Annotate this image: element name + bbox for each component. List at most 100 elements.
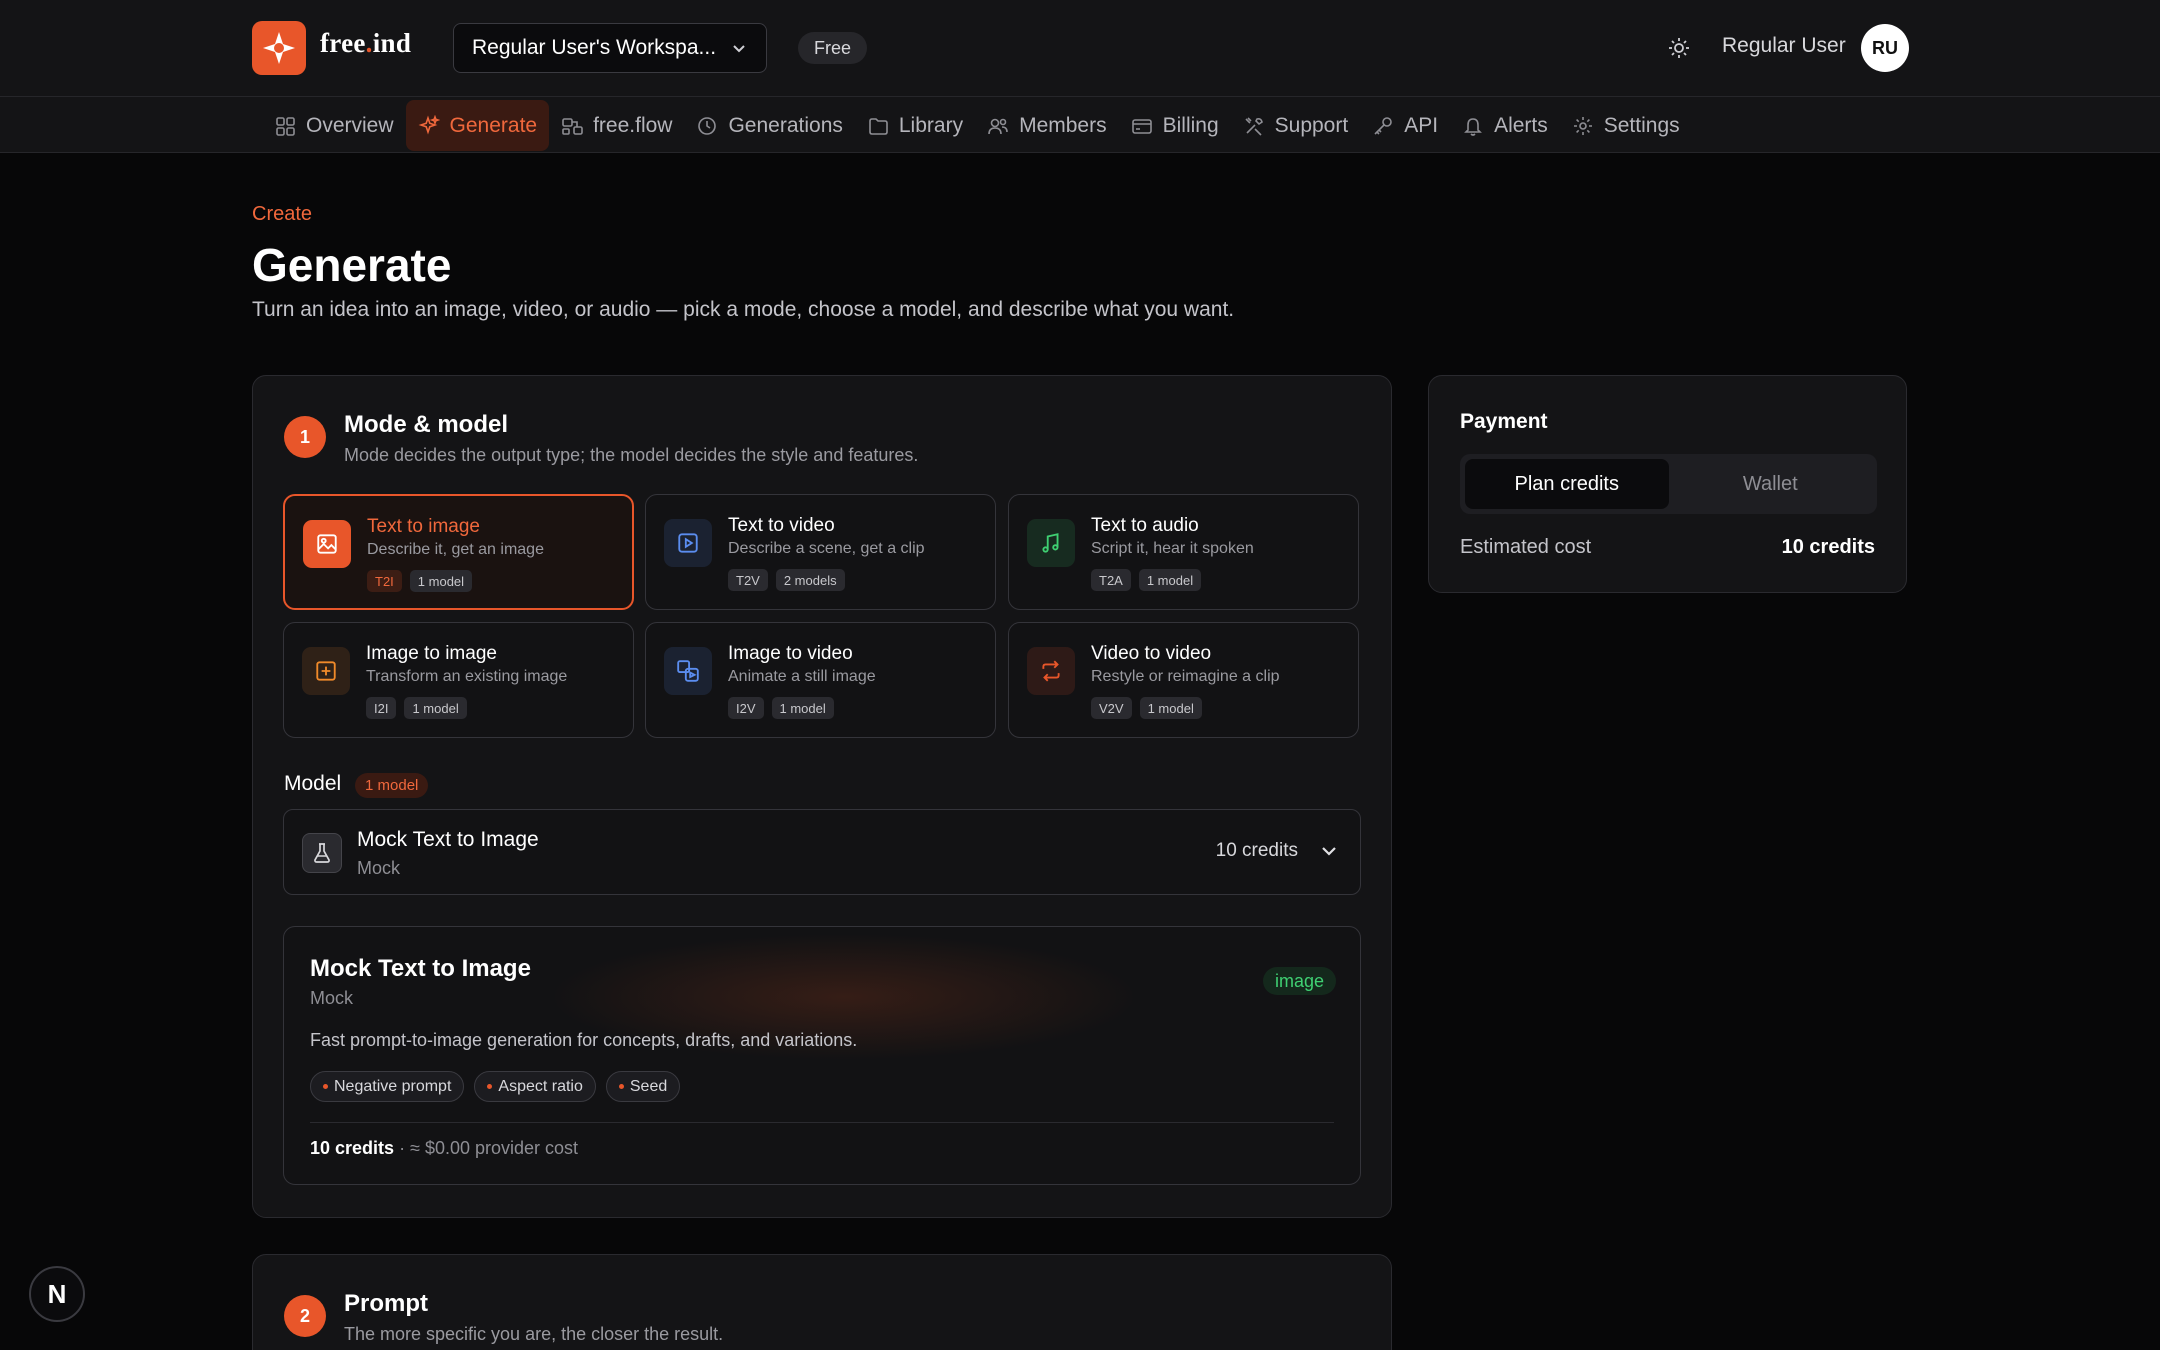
nav-generations[interactable]: Generations [684,100,854,151]
feature-label: Aspect ratio [498,1077,583,1095]
mode-code-tag: T2V [728,569,768,591]
detail-model-name: Mock Text to Image [310,955,531,982]
estimated-cost-label: Estimated cost [1460,536,1592,558]
user-name[interactable]: Regular User [1722,34,1846,58]
step-number: 1 [284,416,326,458]
page-subtitle: Turn an idea into an image, video, or au… [252,298,1235,321]
nav-label: Support [1274,113,1349,137]
nav-billing[interactable]: Billing [1119,100,1231,151]
mode-tags: V2V 1 model [1091,697,1202,719]
feature-chip: Aspect ratio [474,1071,596,1102]
mode-title: Video to video [1091,643,1212,664]
gear-icon [1573,116,1592,135]
nav-generate[interactable]: Generate [405,100,550,151]
feature-label: Seed [629,1077,668,1095]
mode-model-count-tag: 1 model [1138,569,1202,591]
nav-alerts[interactable]: Alerts [1450,100,1560,151]
users-icon [988,118,1008,134]
tools-icon [1245,116,1263,136]
chevron-down-icon [733,45,745,53]
bullet-dot-icon [487,1084,493,1089]
mode-description: Describe it, get an image [367,541,544,558]
page-eyebrow: Create [252,203,313,225]
mode-video-to-video[interactable]: Video to video Restyle or reimagine a cli… [1008,622,1359,738]
model-label: Model [284,772,342,795]
nav-settings[interactable]: Settings [1560,100,1692,151]
image-plus-icon [302,647,350,695]
nav-label: free.flow [593,113,673,137]
mode-title: Image to image [366,643,497,664]
nav-overview[interactable]: Overview [262,100,406,151]
tab-plan-credits[interactable]: Plan credits [1465,459,1669,509]
folder-icon [869,117,888,135]
mode-model-count-tag: 1 model [404,697,467,719]
mode-tags: T2A 1 model [1091,569,1202,591]
brand-logo[interactable] [252,21,306,75]
nav-library[interactable]: Library [855,100,975,151]
mode-code-tag: I2V [728,697,764,719]
mode-text-to-video[interactable]: Text to video Describe a scene, get a cli… [645,494,996,610]
mode-code-tag: T2A [1091,569,1131,591]
section-title: Prompt [344,1290,428,1317]
detail-description: Fast prompt-to-image generation for conc… [310,1030,858,1050]
mode-title: Text to video [728,515,835,536]
mode-code-tag: V2V [1091,697,1132,719]
model-select[interactable]: Mock Text to Image Mock 10 credits [283,809,1361,895]
nav-label: Settings [1603,113,1680,137]
repeat-icon [1027,647,1075,695]
card-icon [1131,118,1152,134]
brand-name[interactable]: free.ind [320,28,411,59]
mode-image-to-image[interactable]: Image to image Transform an existing imag… [283,622,634,738]
nav-label: Alerts [1494,113,1548,137]
feature-chips: Negative prompt Aspect ratio Seed [310,1071,681,1102]
feature-chip: Seed [605,1071,681,1102]
mode-description: Restyle or reimagine a clip [1091,668,1280,685]
model-cost: 10 credits [1215,840,1298,861]
nav-api[interactable]: API [1360,100,1450,151]
nav-free-flow[interactable]: free.flow [549,100,684,151]
history-icon [698,116,717,135]
mode-tags: I2I 1 model [366,697,467,719]
mode-description: Script it, hear it spoken [1091,540,1254,557]
mode-title: Text to audio [1091,515,1199,536]
theme-toggle-sun-icon[interactable] [1664,33,1694,63]
nav-label: Generate [449,113,538,137]
bullet-dot-icon [323,1084,328,1089]
nav-members[interactable]: Members [975,100,1119,151]
chevron-down-icon [1322,847,1336,856]
music-icon [1027,519,1075,567]
brand-suffix: ind [372,28,412,58]
bullet-dot-icon [618,1084,624,1089]
dev-tools-badge[interactable]: N [29,1266,85,1322]
mode-model-count-tag: 2 models [775,569,845,591]
mode-text-to-image[interactable]: Text to image Describe it, get an image T2… [283,494,634,610]
estimated-cost-value: 10 credits [1781,536,1875,558]
key-icon [1374,116,1393,135]
mode-description: Transform an existing image [366,668,568,685]
mode-text-to-audio[interactable]: Text to audio Script it, hear it spoken T2… [1008,494,1359,610]
detail-cost-credits: 10 credits [310,1138,395,1158]
detail-cost-provider: · ≈ $0.00 provider cost [394,1138,579,1158]
workspace-switcher[interactable]: Regular User's Workspa... [453,23,767,73]
mode-model-count-tag: 1 model [771,697,834,719]
step-number: 2 [284,1295,326,1337]
prompt-card: 2 Prompt The more specific you are, the … [252,1254,1392,1350]
image-icon [303,520,351,568]
main-nav: Overview Generate free.flow Generations Libr… [262,100,1692,151]
flow-icon [562,117,583,135]
nav-support[interactable]: Support [1231,100,1361,151]
mode-description: Animate a still image [728,668,876,685]
model-name: Mock Text to Image [357,828,539,851]
payment-title: Payment [1460,410,1548,433]
mode-model-count-tag: 1 model [409,570,473,592]
grid-icon [276,116,295,136]
play-icon [664,519,712,567]
mode-title: Image to video [728,643,853,664]
mode-image-to-video[interactable]: Image to video Animate a still image I2V 1 … [645,622,996,738]
avatar[interactable]: RU [1861,24,1909,72]
payment-card: Payment Plan credits Wallet Estimated co… [1428,375,1907,593]
tab-wallet[interactable]: Wallet [1669,459,1873,509]
model-count-badge: 1 model [355,773,429,798]
nav-label: Generations [728,113,843,137]
mode-title: Text to image [367,516,480,537]
